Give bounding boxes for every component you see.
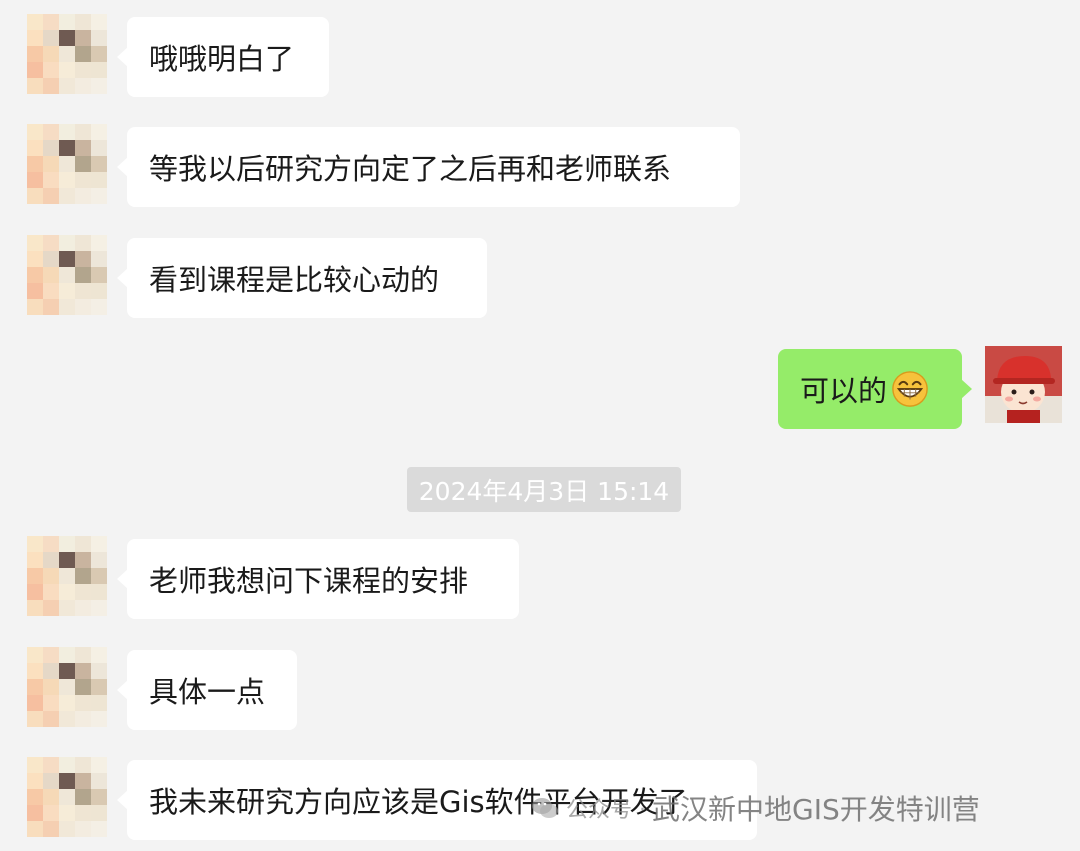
watermark-name: 武汉新中地GIS开发特训营 [652, 793, 980, 826]
wechat-official-account-icon [532, 798, 558, 818]
grinning-face-icon [892, 371, 928, 407]
message-bubble-outgoing[interactable]: 可以的 [778, 349, 972, 429]
message-text: 老师我想问下课程的安排 [149, 564, 469, 598]
contact-avatar[interactable] [27, 647, 107, 727]
message-text: 具体一点 [149, 675, 266, 709]
message-bubble[interactable]: 等我以后研究方向定了之后再和老师联系 [117, 127, 740, 207]
contact-avatar[interactable] [27, 757, 107, 837]
message-text: 看到课程是比较心动的 [149, 263, 440, 297]
my-avatar[interactable] [985, 346, 1062, 423]
watermark-prefix: 公众号 · [566, 798, 646, 823]
message-text: 等我以后研究方向定了之后再和老师联系 [149, 152, 672, 186]
message-bubble[interactable]: 哦哦明白了 [117, 17, 329, 97]
message-bubble[interactable]: 老师我想问下课程的安排 [117, 539, 519, 619]
message-text: 可以的 [800, 374, 888, 408]
watermark: 公众号 · 武汉新中地GIS开发特训营 [530, 786, 980, 830]
chat-view: 哦哦明白了 等我以后研究方向定了之后再和老师联系 看到课程是比较心动的 可以的 … [0, 0, 1080, 851]
contact-avatar[interactable] [27, 536, 107, 616]
contact-avatar[interactable] [27, 235, 107, 315]
message-bubble[interactable]: 具体一点 [117, 650, 297, 730]
contact-avatar[interactable] [27, 124, 107, 204]
contact-avatar[interactable] [27, 14, 107, 94]
message-text: 哦哦明白了 [149, 42, 295, 76]
message-bubble[interactable]: 看到课程是比较心动的 [117, 238, 487, 318]
chat-timestamp: 2024年4月3日 15:14 [407, 467, 681, 512]
